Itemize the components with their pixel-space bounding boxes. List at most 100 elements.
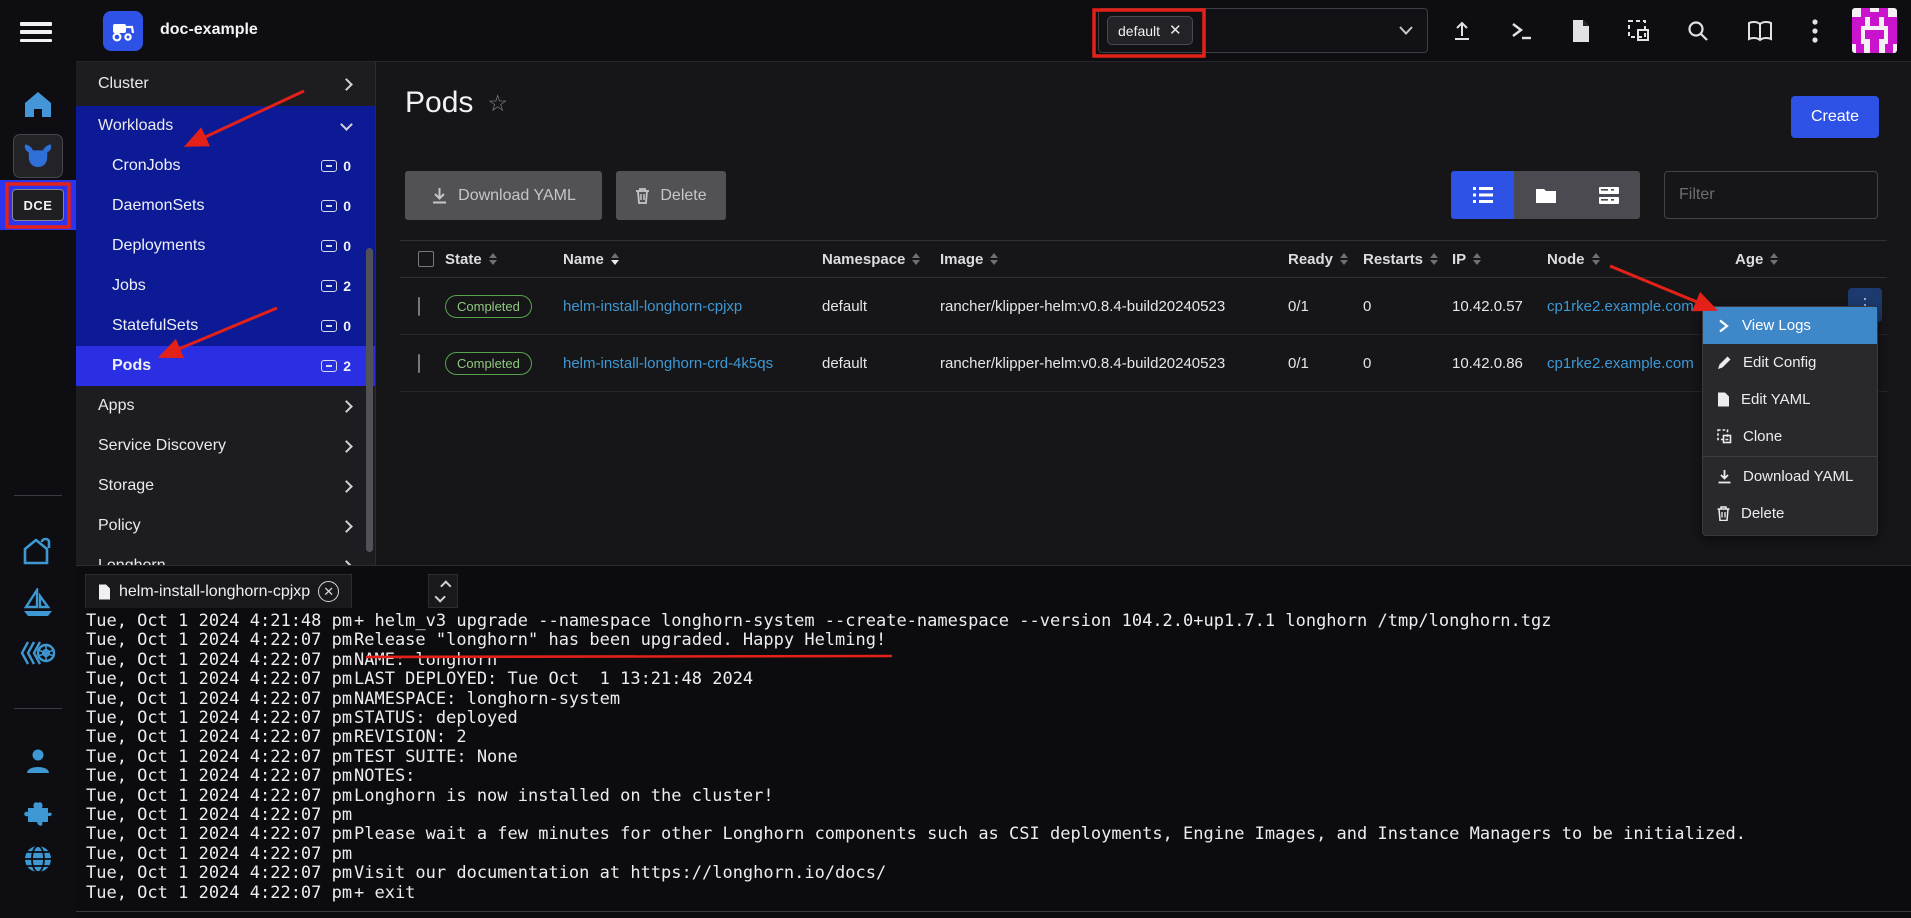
file-icon[interactable] xyxy=(1563,13,1599,49)
image-cell: rancher/klipper-helm:v0.8.4-build2024052… xyxy=(940,298,1288,315)
docs-book-icon[interactable] xyxy=(1742,13,1778,49)
log-output[interactable]: Tue, Oct 1 2024 4:21:48 pm + helm_v3 upg… xyxy=(86,612,1901,903)
log-tab[interactable]: helm-install-longhorn-cpjxp ✕ xyxy=(85,574,352,608)
pod-name-link[interactable]: helm-install-longhorn-cpjxp xyxy=(563,298,742,315)
search-icon[interactable] xyxy=(1680,13,1716,49)
node-link[interactable]: cp1rke2.example.com xyxy=(1547,355,1694,372)
cluster-bull-icon[interactable] xyxy=(13,134,63,178)
namespace-filter-select[interactable]: default ✕ xyxy=(1098,8,1428,53)
log-timestamp: Tue, Oct 1 2024 4:22:07 pm xyxy=(86,728,354,747)
group-view-toggle[interactable] xyxy=(1514,171,1577,219)
sidebar-subitem[interactable]: Deployments 0 xyxy=(76,226,375,266)
list-view-toggle[interactable] xyxy=(1451,171,1514,219)
log-line: Tue, Oct 1 2024 4:22:07 pm Release "long… xyxy=(86,631,1901,650)
delete-button[interactable]: Delete xyxy=(616,171,726,220)
namespace-chip-label: default xyxy=(1118,23,1160,39)
logs-panel: helm-install-longhorn-cpjxp ✕ Tue, Oct 1… xyxy=(76,565,1911,918)
log-message: REVISION: 2 xyxy=(354,728,467,747)
sidebar-subitem[interactable]: DaemonSets 0 xyxy=(76,186,375,226)
column-header-name[interactable]: Name xyxy=(563,251,822,268)
column-header-age[interactable]: Age xyxy=(1735,251,1887,268)
menu-item-view-logs[interactable]: View Logs xyxy=(1703,307,1877,344)
kubectl-shell-icon[interactable] xyxy=(1504,13,1540,49)
column-header-ready[interactable]: Ready xyxy=(1288,251,1363,268)
chevron-down-icon[interactable] xyxy=(1399,26,1413,35)
table-row[interactable]: Completed helm-install-longhorn-cpjxp de… xyxy=(400,278,1887,335)
top-bar: doc-example default ✕ xyxy=(0,0,1911,62)
pod-name-link[interactable]: helm-install-longhorn-crd-4k5qs xyxy=(563,355,773,372)
user-icon[interactable] xyxy=(0,746,76,776)
log-timestamp: Tue, Oct 1 2024 4:22:07 pm xyxy=(86,884,354,903)
globe-icon[interactable] xyxy=(0,843,76,875)
log-tab-label: helm-install-longhorn-cpjxp xyxy=(119,583,310,601)
ip-cell: 10.42.0.57 xyxy=(1452,298,1547,315)
menu-item-edit-config[interactable]: Edit Config xyxy=(1703,344,1877,381)
sidebar-group-item[interactable]: Policy xyxy=(76,506,375,546)
sidebar-item-cluster[interactable]: Cluster xyxy=(76,62,375,106)
column-header-namespace[interactable]: Namespace xyxy=(822,251,940,268)
rancher-app-logo[interactable] xyxy=(103,11,143,51)
log-message: TEST SUITE: None xyxy=(354,748,518,767)
favorite-star-icon[interactable]: ☆ xyxy=(487,90,508,117)
chevron-right-icon xyxy=(340,520,353,533)
fleet-icon[interactable] xyxy=(0,640,76,666)
node-link[interactable]: cp1rke2.example.com xyxy=(1547,298,1694,315)
log-timestamp: Tue, Oct 1 2024 4:22:07 pm xyxy=(86,825,354,844)
cluster-badge-dce[interactable]: DCE xyxy=(12,189,64,221)
sidebar-group-item[interactable]: Longhorn xyxy=(76,546,375,565)
column-header-image[interactable]: Image xyxy=(940,251,1288,268)
list-icon xyxy=(1473,187,1493,203)
panel-resize-control[interactable] xyxy=(428,574,458,608)
sidebar-item-label: Longhorn xyxy=(98,557,166,565)
sidebar-subitem[interactable]: CronJobs 0 xyxy=(76,146,375,186)
row-checkbox[interactable] xyxy=(418,297,420,316)
sidebar-item-workloads[interactable]: Workloads xyxy=(76,106,375,146)
grid-view-toggle[interactable] xyxy=(1577,171,1640,219)
download-yaml-button[interactable]: Download YAML xyxy=(405,171,602,220)
create-button[interactable]: Create xyxy=(1791,96,1879,138)
home-icon[interactable] xyxy=(0,90,76,118)
folder-icon xyxy=(1536,187,1556,203)
column-header-ip[interactable]: IP xyxy=(1452,251,1547,268)
column-header-restarts[interactable]: Restarts xyxy=(1363,251,1452,268)
sidebar-group-item[interactable]: Storage xyxy=(76,466,375,506)
rail-divider xyxy=(14,495,62,496)
remove-namespace-icon[interactable]: ✕ xyxy=(1169,23,1182,38)
menu-item-clone[interactable]: Clone xyxy=(1703,418,1877,455)
close-log-tab-icon[interactable]: ✕ xyxy=(318,581,339,602)
hamburger-menu-icon[interactable] xyxy=(20,22,52,42)
menu-item-delete[interactable]: Delete xyxy=(1703,495,1877,532)
user-avatar[interactable] xyxy=(1852,8,1897,53)
trash-icon xyxy=(1717,506,1730,521)
column-header-node[interactable]: Node xyxy=(1547,251,1735,268)
restarts-cell: 0 xyxy=(1363,298,1452,315)
select-all-checkbox[interactable] xyxy=(418,251,434,267)
ip-cell: 10.42.0.86 xyxy=(1452,355,1547,372)
menu-item-download-yaml[interactable]: Download YAML xyxy=(1703,458,1877,495)
table-row[interactable]: Completed helm-install-longhorn-crd-4k5q… xyxy=(400,335,1887,392)
sidebar-subitem[interactable]: Jobs 2 xyxy=(76,266,375,306)
menu-item-edit-yaml[interactable]: Edit YAML xyxy=(1703,381,1877,418)
upload-icon[interactable] xyxy=(1444,13,1480,49)
sidebar-group-item[interactable]: Service Discovery xyxy=(76,426,375,466)
resource-count: 2 xyxy=(343,358,351,374)
log-timestamp: Tue, Oct 1 2024 4:22:07 pm xyxy=(86,806,354,825)
kebab-menu-icon[interactable] xyxy=(1797,13,1833,49)
extensions-puzzle-icon[interactable] xyxy=(0,796,76,828)
sidebar-group-item[interactable]: Apps xyxy=(76,386,375,426)
row-checkbox[interactable] xyxy=(418,354,420,373)
filter-input[interactable] xyxy=(1664,171,1878,219)
sidebar-subitem[interactable]: StatefulSets 0 xyxy=(76,306,375,346)
sailboat-icon[interactable] xyxy=(0,588,76,618)
trash-icon xyxy=(635,187,650,204)
harvester-barn-icon[interactable] xyxy=(0,536,76,566)
log-timestamp: Tue, Oct 1 2024 4:22:07 pm xyxy=(86,845,354,864)
log-line: Tue, Oct 1 2024 4:22:07 pm Visit our doc… xyxy=(86,864,1901,883)
sidebar-subitem-label: Pods xyxy=(112,357,151,375)
chevron-down-icon xyxy=(435,591,446,602)
sidebar-scrollbar[interactable] xyxy=(366,248,373,552)
sidebar-subitem[interactable]: Pods 2 xyxy=(76,346,375,386)
column-header-state[interactable]: State xyxy=(445,251,563,268)
import-yaml-icon[interactable] xyxy=(1621,13,1657,49)
namespace-chip[interactable]: default ✕ xyxy=(1107,16,1193,45)
